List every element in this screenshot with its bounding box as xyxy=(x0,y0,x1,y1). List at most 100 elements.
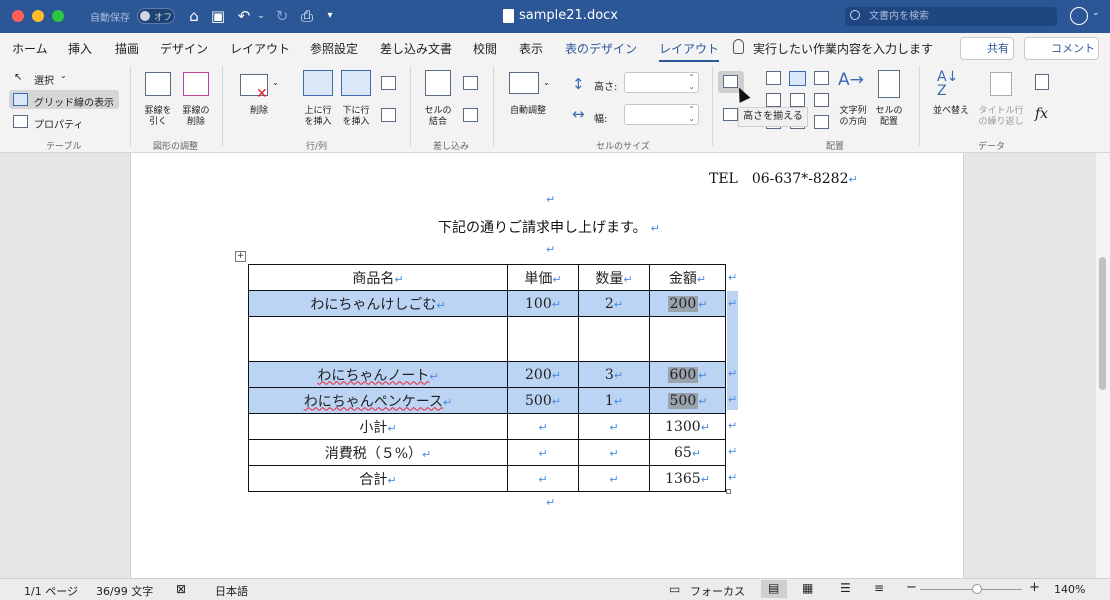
tab-page-layout[interactable]: レイアウト xyxy=(230,40,290,57)
table-cell[interactable]: ↵ xyxy=(578,439,650,466)
chevron-down-icon[interactable]: ⌄ xyxy=(543,78,550,87)
undo-dropdown-icon[interactable]: ⌄ xyxy=(255,6,267,26)
convert-to-text-icon[interactable] xyxy=(1035,74,1049,90)
tab-design[interactable]: デザイン xyxy=(160,40,208,57)
print-icon[interactable]: ⎙ xyxy=(297,6,317,26)
table-cell[interactable]: ↵ xyxy=(578,413,650,440)
table-cell[interactable]: 200↵ xyxy=(507,361,579,388)
minimize-window-button[interactable] xyxy=(32,10,44,22)
scrollbar-thumb[interactable] xyxy=(1099,257,1106,390)
spin-down-icon[interactable]: ⌄ xyxy=(688,82,695,91)
table-cell[interactable] xyxy=(248,316,508,362)
spin-up-icon[interactable]: ⌃ xyxy=(688,105,695,114)
tab-draw[interactable]: 描画 xyxy=(115,40,139,57)
chevron-down-icon[interactable]: ⌄ xyxy=(1092,8,1100,18)
zoom-level[interactable]: 140% xyxy=(1054,583,1085,596)
spin-down-icon[interactable]: ⌄ xyxy=(688,114,695,123)
properties-button[interactable]: プロパティ xyxy=(34,116,83,131)
table-cell[interactable]: 消費税（５%）↵ xyxy=(248,439,508,466)
web-layout-icon[interactable]: ▦ xyxy=(802,581,813,595)
invoice-table[interactable]: 商品名↵ 単価↵ 数量↵ 金額↵ わにちゃんけしごむ↵ 100↵ 2↵ 200 ↵… xyxy=(248,264,726,492)
cell-margins-button[interactable]: セルの 配置 xyxy=(873,106,905,128)
tab-table-design[interactable]: 表のデザイン xyxy=(565,40,637,57)
align-bottom-right-icon[interactable] xyxy=(814,115,829,129)
align-top-right-icon[interactable] xyxy=(814,71,829,85)
table-cell[interactable]: ↵ xyxy=(507,439,579,466)
page-count[interactable]: 1/1 ページ xyxy=(24,583,78,599)
tab-view[interactable]: 表示 xyxy=(519,40,543,57)
insert-left-icon[interactable] xyxy=(381,76,396,90)
focus-button[interactable]: フォーカス xyxy=(690,583,745,599)
header-cell[interactable]: 金額↵ xyxy=(649,264,726,291)
table-cell[interactable]: 1300↵ xyxy=(649,413,726,440)
tab-mailings[interactable]: 差し込み文書 xyxy=(380,40,452,57)
align-top-left-icon[interactable] xyxy=(766,71,781,85)
language[interactable]: 日本語 xyxy=(215,583,248,599)
text-direction-button[interactable]: 文字列 の方向 xyxy=(835,106,871,128)
chevron-down-icon[interactable]: ⌄ xyxy=(60,71,67,80)
table-cell[interactable]: 200↵ xyxy=(649,290,726,317)
table-cell[interactable]: わにちゃんけしごむ↵ xyxy=(248,290,508,317)
distribute-columns-icon[interactable] xyxy=(723,108,738,121)
spin-up-icon[interactable]: ⌃ xyxy=(688,73,695,82)
table-cell[interactable]: 2↵ xyxy=(578,290,650,317)
table-cell[interactable]: 100↵ xyxy=(507,290,579,317)
table-cell[interactable]: ↵ xyxy=(507,465,579,492)
redo-icon[interactable]: ↻ xyxy=(272,6,292,26)
formula-button[interactable]: fx xyxy=(1035,106,1048,122)
table-cell[interactable]: 500↵ xyxy=(649,387,726,414)
autofit-button[interactable]: 自動調整 xyxy=(505,106,551,117)
tab-table-layout[interactable]: レイアウト xyxy=(659,40,720,62)
split-cells-icon[interactable] xyxy=(463,76,478,90)
draw-borders-button[interactable]: 罫線を 引く xyxy=(142,106,174,128)
table-cell[interactable]: 1365↵ xyxy=(649,465,726,492)
table-cell[interactable] xyxy=(578,316,650,362)
autofit-icon[interactable] xyxy=(509,72,539,94)
header-cell[interactable]: 数量↵ xyxy=(578,264,650,291)
undo-icon[interactable]: ↶ xyxy=(234,6,254,26)
table-cell[interactable]: ↵ xyxy=(578,465,650,492)
proofing-icon[interactable]: ⊠ xyxy=(176,582,186,596)
sort-button[interactable]: 並べ替え xyxy=(930,106,972,117)
home-icon[interactable]: ⌂ xyxy=(184,6,204,26)
comment-button[interactable]: コメント xyxy=(1024,37,1099,60)
column-width-input[interactable]: ⌃ ⌄ xyxy=(624,104,699,125)
table-cell[interactable]: 1↵ xyxy=(578,387,650,414)
zoom-slider[interactable] xyxy=(920,589,1022,590)
search-input[interactable]: 文書内を検索 xyxy=(845,7,1057,26)
insert-above-icon[interactable] xyxy=(303,70,333,96)
table-cell[interactable]: 3↵ xyxy=(578,361,650,388)
tab-home[interactable]: ホーム xyxy=(12,40,48,57)
select-button[interactable]: 選択 xyxy=(34,72,54,87)
table-cell[interactable] xyxy=(507,316,579,362)
align-center-icon[interactable] xyxy=(790,93,805,107)
eraser-icon[interactable] xyxy=(183,72,209,96)
table-cell[interactable]: ↵ xyxy=(507,413,579,440)
tab-insert[interactable]: 挿入 xyxy=(68,40,92,57)
insert-row-above-button[interactable]: 上に行 を挿入 xyxy=(300,106,336,128)
table-resize-handle[interactable] xyxy=(726,489,731,494)
word-count[interactable]: 36/99 文字 xyxy=(96,583,153,599)
zoom-out-icon[interactable]: − xyxy=(906,580,917,595)
zoom-window-button[interactable] xyxy=(52,10,64,22)
tab-review[interactable]: 校閲 xyxy=(473,40,497,57)
sort-icon[interactable]: A↓ Z xyxy=(937,70,958,98)
tab-references[interactable]: 参照設定 xyxy=(310,40,358,57)
merge-cells-icon[interactable] xyxy=(425,70,451,96)
table-cell[interactable]: 65↵ xyxy=(649,439,726,466)
table-cell[interactable]: わにちゃんペンケース↵ xyxy=(248,387,508,414)
align-center-left-icon[interactable] xyxy=(766,93,781,107)
autosave-toggle[interactable]: オフ xyxy=(137,8,175,24)
table-cell[interactable]: 小計↵ xyxy=(248,413,508,440)
account-icon[interactable] xyxy=(1070,7,1088,25)
table-move-handle[interactable]: + xyxy=(235,251,246,262)
table-cell[interactable]: わにちゃんノート↵ xyxy=(248,361,508,388)
draft-view-icon[interactable]: ≡ xyxy=(874,581,884,595)
align-center-right-icon[interactable] xyxy=(814,93,829,107)
table-cell[interactable]: 500↵ xyxy=(507,387,579,414)
split-table-icon[interactable] xyxy=(463,108,478,122)
zoom-slider-thumb[interactable] xyxy=(972,584,982,594)
customize-toolbar-icon[interactable]: ▾ xyxy=(322,6,338,26)
close-window-button[interactable] xyxy=(12,10,24,22)
header-cell[interactable]: 商品名↵ xyxy=(248,264,508,291)
